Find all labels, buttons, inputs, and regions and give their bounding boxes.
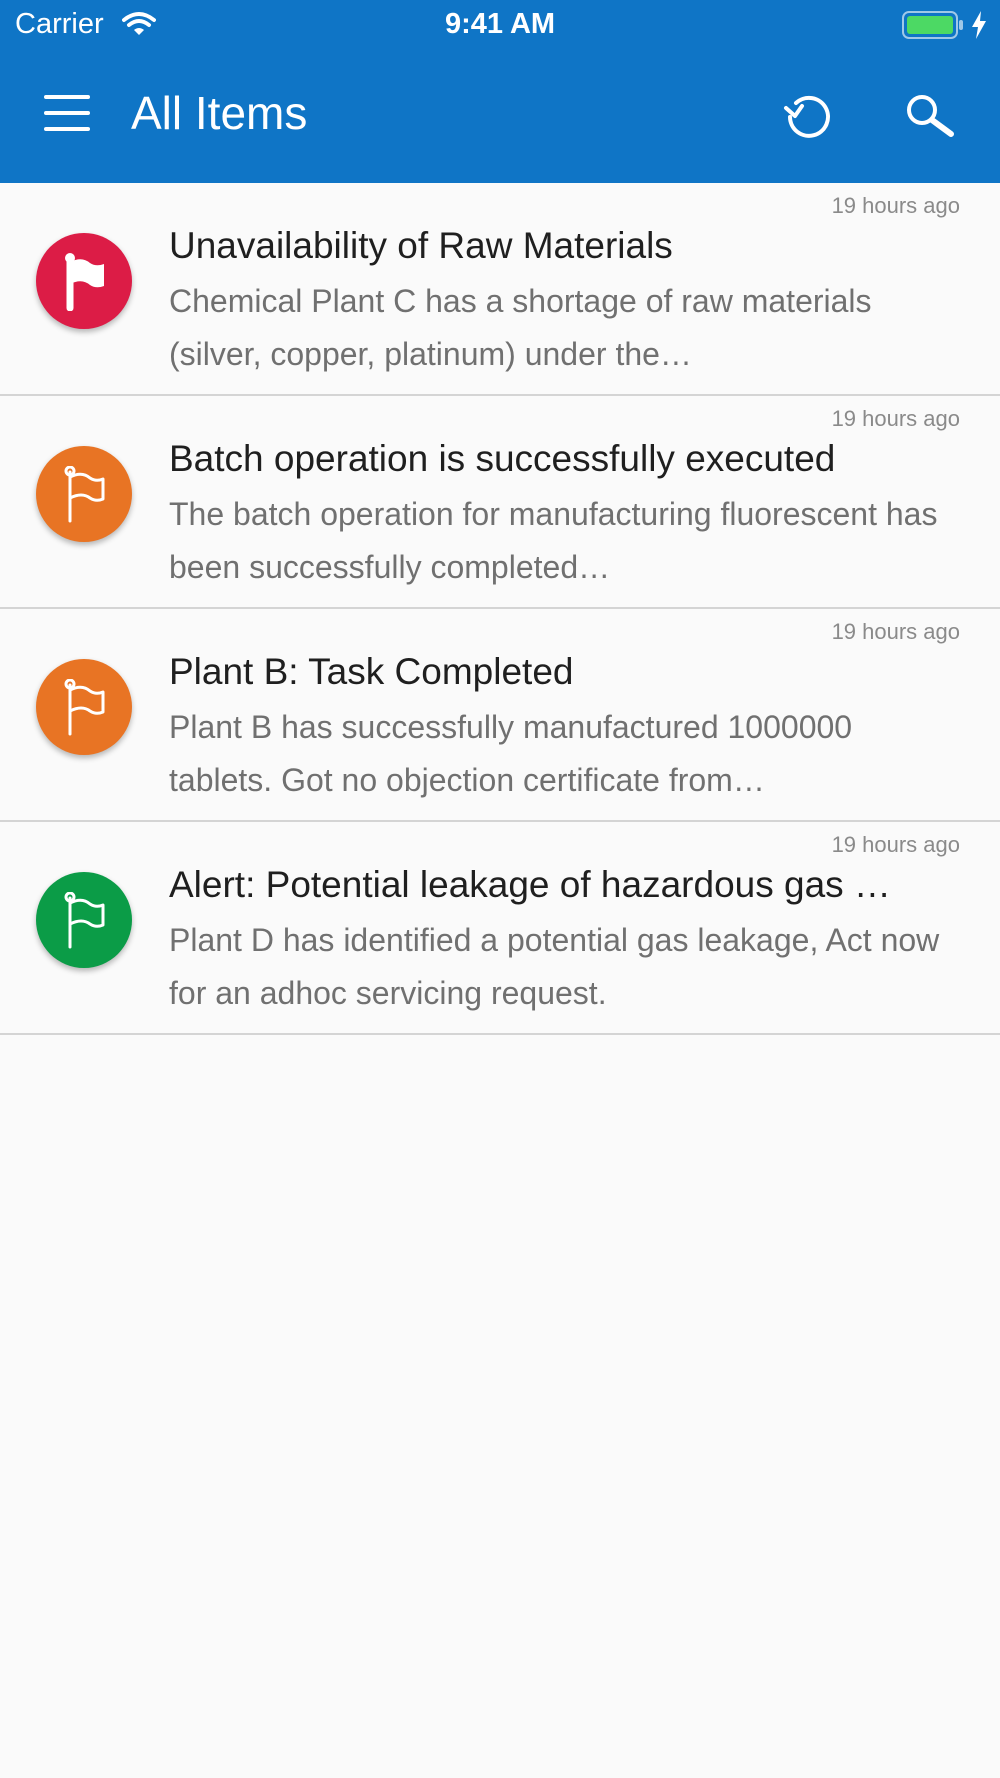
battery-icon: [902, 11, 964, 44]
item-description: The batch operation for manufacturing fl…: [169, 496, 938, 585]
page-title: All Items: [131, 87, 308, 139]
flag-filled-icon: [65, 253, 104, 311]
item-title: Unavailability of Raw Materials: [169, 225, 673, 266]
timestamp: 19 hours ago: [831, 406, 960, 431]
hamburger-menu-icon[interactable]: [42, 93, 92, 138]
timestamp: 19 hours ago: [831, 832, 960, 857]
item-title: Plant B: Task Completed: [169, 651, 574, 692]
item-description: Plant D has identified a potential gas l…: [169, 922, 940, 1011]
status-avatar: [36, 659, 132, 755]
timestamp: 19 hours ago: [831, 619, 960, 644]
list-item[interactable]: 19 hours ago Unavailability of Raw Mater…: [0, 183, 1000, 396]
search-icon[interactable]: [905, 94, 957, 145]
item-title: Batch operation is successfully executed: [169, 438, 836, 479]
flag-outline-icon: [64, 892, 105, 949]
item-description: Plant B has successfully manufactured 10…: [169, 709, 853, 798]
refresh-icon[interactable]: [776, 92, 836, 147]
flag-outline-icon: [64, 679, 105, 736]
item-description: Chemical Plant C has a shortage of raw m…: [169, 283, 872, 372]
timestamp: 19 hours ago: [831, 193, 960, 218]
item-title: Alert: Potential leakage of hazardous ga…: [169, 864, 891, 905]
list-item[interactable]: 19 hours ago Alert: Potential leakage of…: [0, 822, 1000, 1035]
items-list: 19 hours ago Unavailability of Raw Mater…: [0, 183, 1000, 1035]
status-bar: Carrier 9:41 AM: [0, 0, 1000, 50]
status-time: 9:41 AM: [444, 8, 556, 40]
list-item[interactable]: 19 hours ago Plant B: Task Completed Pla…: [0, 609, 1000, 822]
status-avatar: [36, 233, 132, 329]
flag-outline-icon: [64, 466, 105, 523]
charging-bolt-icon: [971, 11, 987, 44]
status-avatar: [36, 446, 132, 542]
app-bar: All Items: [0, 50, 1000, 183]
list-item[interactable]: 19 hours ago Batch operation is successf…: [0, 396, 1000, 609]
status-avatar: [36, 872, 132, 968]
